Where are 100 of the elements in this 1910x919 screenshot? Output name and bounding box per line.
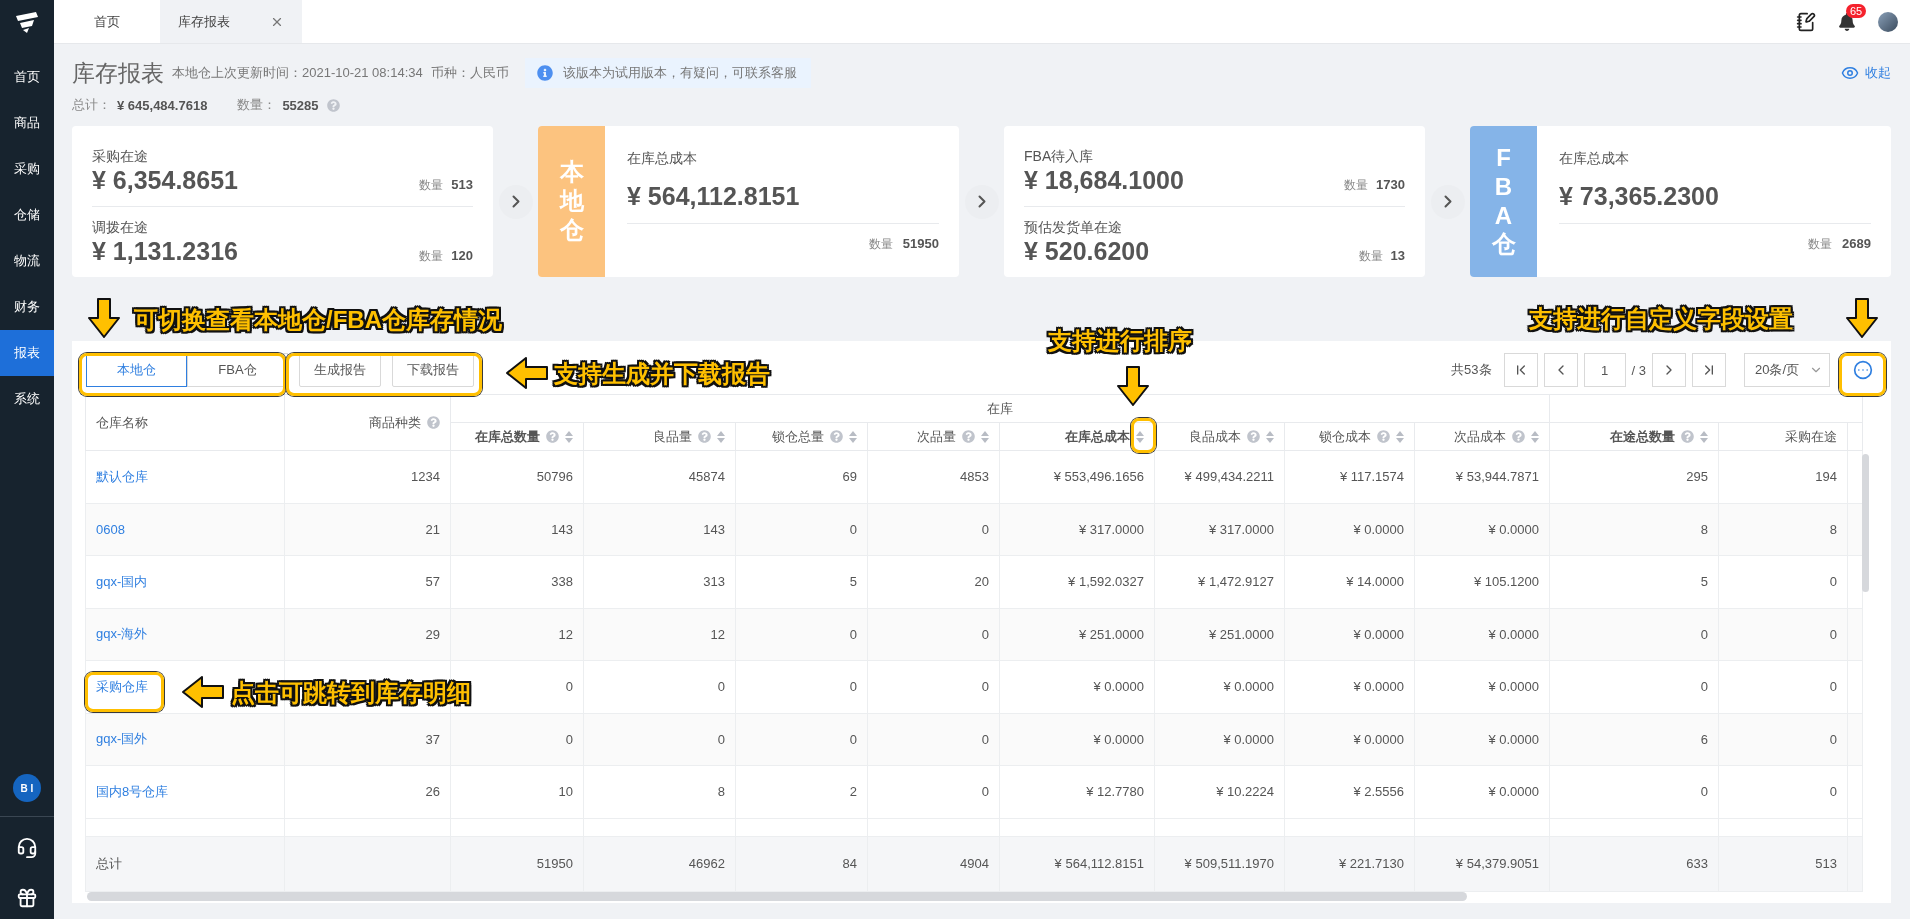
callout-text: 可切换查看本地仓/FBA仓库存情况 bbox=[134, 305, 502, 335]
column-header: 采购在途 bbox=[1785, 427, 1837, 446]
table-cell: 0 bbox=[981, 521, 989, 537]
sort-icon[interactable] bbox=[1266, 430, 1274, 443]
count-label: 数量 bbox=[1808, 236, 1833, 253]
table-cell: 2 bbox=[849, 784, 857, 800]
sort-icon[interactable] bbox=[565, 430, 573, 443]
card-amount: ¥ 1,131.2316 bbox=[92, 236, 238, 266]
table-cell: ¥ 317.0000 bbox=[1078, 521, 1144, 537]
table-cell: 338 bbox=[551, 574, 573, 590]
table-cell: 5 bbox=[1700, 574, 1708, 590]
avatar[interactable] bbox=[1878, 11, 1898, 32]
table-cell: 10 bbox=[558, 784, 573, 800]
card-title: 预估发货单在途 bbox=[1024, 218, 1123, 237]
collapse-link[interactable]: 收起 bbox=[1841, 64, 1891, 82]
warehouse-link[interactable]: gqx-国内 bbox=[96, 573, 148, 589]
sidebar-item[interactable]: 物流 bbox=[0, 238, 54, 284]
table-cell: ¥ 0.0000 bbox=[1353, 731, 1404, 747]
table-cell: ¥ 499,434.2211 bbox=[1184, 469, 1274, 485]
count-label: 数量 bbox=[1344, 176, 1369, 194]
scrollbar[interactable] bbox=[1862, 454, 1869, 592]
table-cell: 37 bbox=[425, 731, 440, 747]
table-cell: 295 bbox=[1686, 469, 1708, 485]
tab-label: 首页 bbox=[94, 12, 120, 31]
table-cell: 0 bbox=[717, 731, 725, 747]
table-cell: ¥ 221.7130 bbox=[1338, 856, 1404, 871]
table-cell: 0 bbox=[849, 626, 857, 642]
table-cell: ¥ 0.0000 bbox=[1488, 784, 1539, 800]
chevron-right-icon bbox=[511, 195, 520, 208]
table-cell: 0 bbox=[849, 731, 857, 747]
table-cell: ¥ 553,496.1656 bbox=[1053, 469, 1144, 485]
notification-count: 65 bbox=[1846, 3, 1867, 18]
scrollbar[interactable] bbox=[87, 891, 1467, 901]
warehouse-link[interactable]: 默认仓库 bbox=[96, 468, 148, 484]
sidebar-item[interactable]: 采购 bbox=[0, 146, 54, 192]
chevron-right-icon bbox=[977, 195, 986, 208]
sort-icon[interactable] bbox=[717, 430, 725, 443]
currency-info: 币种：人民币 bbox=[430, 64, 509, 82]
table-cell: ¥ 0.0000 bbox=[1488, 521, 1539, 537]
sort-icon[interactable] bbox=[1531, 430, 1539, 443]
info-icon bbox=[536, 65, 553, 81]
warehouse-link[interactable]: gqx-海外 bbox=[96, 626, 148, 642]
card-amount: ¥ 564,112.8151 bbox=[627, 182, 939, 224]
table-cell: ¥ 0.0000 bbox=[1353, 521, 1404, 537]
table-cell: 0 bbox=[565, 679, 573, 695]
count-value: 120 bbox=[451, 247, 473, 263]
page-input[interactable]: 1 bbox=[1583, 353, 1626, 387]
ellipsis-icon bbox=[1853, 360, 1873, 380]
table-cell: 0 bbox=[849, 679, 857, 695]
sort-icon[interactable] bbox=[1700, 430, 1708, 443]
notepad-icon[interactable] bbox=[1796, 11, 1816, 32]
page-size-select[interactable]: 20条/页 bbox=[1744, 353, 1830, 387]
sidebar-item[interactable]: 首页 bbox=[0, 54, 54, 100]
count-value: 55285 bbox=[282, 97, 319, 113]
warehouse-link[interactable]: 0608 bbox=[96, 521, 125, 537]
table-cell: ¥ 0.0000 bbox=[1488, 626, 1539, 642]
table-cell: ¥ 317.0000 bbox=[1208, 521, 1274, 537]
arrow-icon bbox=[1846, 298, 1878, 338]
sidebar-item[interactable]: 仓储 bbox=[0, 192, 54, 238]
sidebar-item[interactable]: 财务 bbox=[0, 284, 54, 330]
table-cell: 4904 bbox=[960, 856, 989, 871]
table-cell: 0 bbox=[1829, 679, 1837, 695]
prev-page-button[interactable] bbox=[1543, 353, 1578, 387]
table-cell: ¥ 10.2224 bbox=[1216, 784, 1274, 800]
table-cell: 46962 bbox=[688, 856, 725, 871]
table-cell: ¥ 117.1574 bbox=[1339, 469, 1404, 485]
sort-icon[interactable] bbox=[981, 430, 989, 443]
table-cell: 5 bbox=[849, 574, 857, 590]
sidebar-item[interactable]: 系统 bbox=[0, 376, 54, 422]
column-header: 锁仓成本 bbox=[1319, 427, 1371, 446]
warehouse-link[interactable]: 采购仓库 bbox=[96, 678, 148, 694]
table-cell: ¥ 251.0000 bbox=[1078, 626, 1144, 642]
eye-icon bbox=[1841, 64, 1859, 82]
callout-text: 支持生成并下载报告 bbox=[554, 359, 770, 389]
next-page-button[interactable] bbox=[1652, 353, 1686, 387]
nav-tab[interactable]: 库存报表 bbox=[160, 0, 302, 43]
headset-icon[interactable] bbox=[16, 837, 38, 859]
count-value: 513 bbox=[451, 176, 473, 192]
warehouse-link[interactable]: 国内8号仓库 bbox=[96, 783, 169, 799]
callout-text: 支持进行自定义字段设置 bbox=[1529, 304, 1793, 334]
sidebar-item[interactable]: 商品 bbox=[0, 100, 54, 146]
first-page-button[interactable] bbox=[1503, 353, 1538, 387]
table-cell: ¥ 509,511.1970 bbox=[1184, 856, 1274, 871]
sort-icon[interactable] bbox=[1136, 430, 1144, 443]
last-page-button[interactable] bbox=[1692, 353, 1726, 387]
logo-icon[interactable] bbox=[14, 10, 40, 34]
gift-icon[interactable] bbox=[16, 887, 38, 909]
table-cell: ¥ 14.0000 bbox=[1346, 574, 1404, 590]
chevron-right-icon bbox=[1443, 195, 1452, 208]
bi-badge[interactable]: B I bbox=[13, 774, 41, 802]
card-amount: ¥ 520.6200 bbox=[1024, 236, 1150, 266]
count-value: 1730 bbox=[1376, 176, 1405, 192]
update-info: 本地仓上次更新时间：2021-10-21 08:14:34 bbox=[172, 64, 423, 82]
sort-icon[interactable] bbox=[849, 430, 857, 443]
sidebar-item[interactable]: 报表 bbox=[0, 330, 54, 376]
table-cell: 513 bbox=[1815, 856, 1837, 871]
table-cell: 0 bbox=[565, 731, 573, 747]
card-title: 在库总成本 bbox=[1559, 150, 1630, 168]
sort-icon[interactable] bbox=[1396, 430, 1404, 443]
warehouse-link[interactable]: gqx-国外 bbox=[96, 731, 148, 747]
